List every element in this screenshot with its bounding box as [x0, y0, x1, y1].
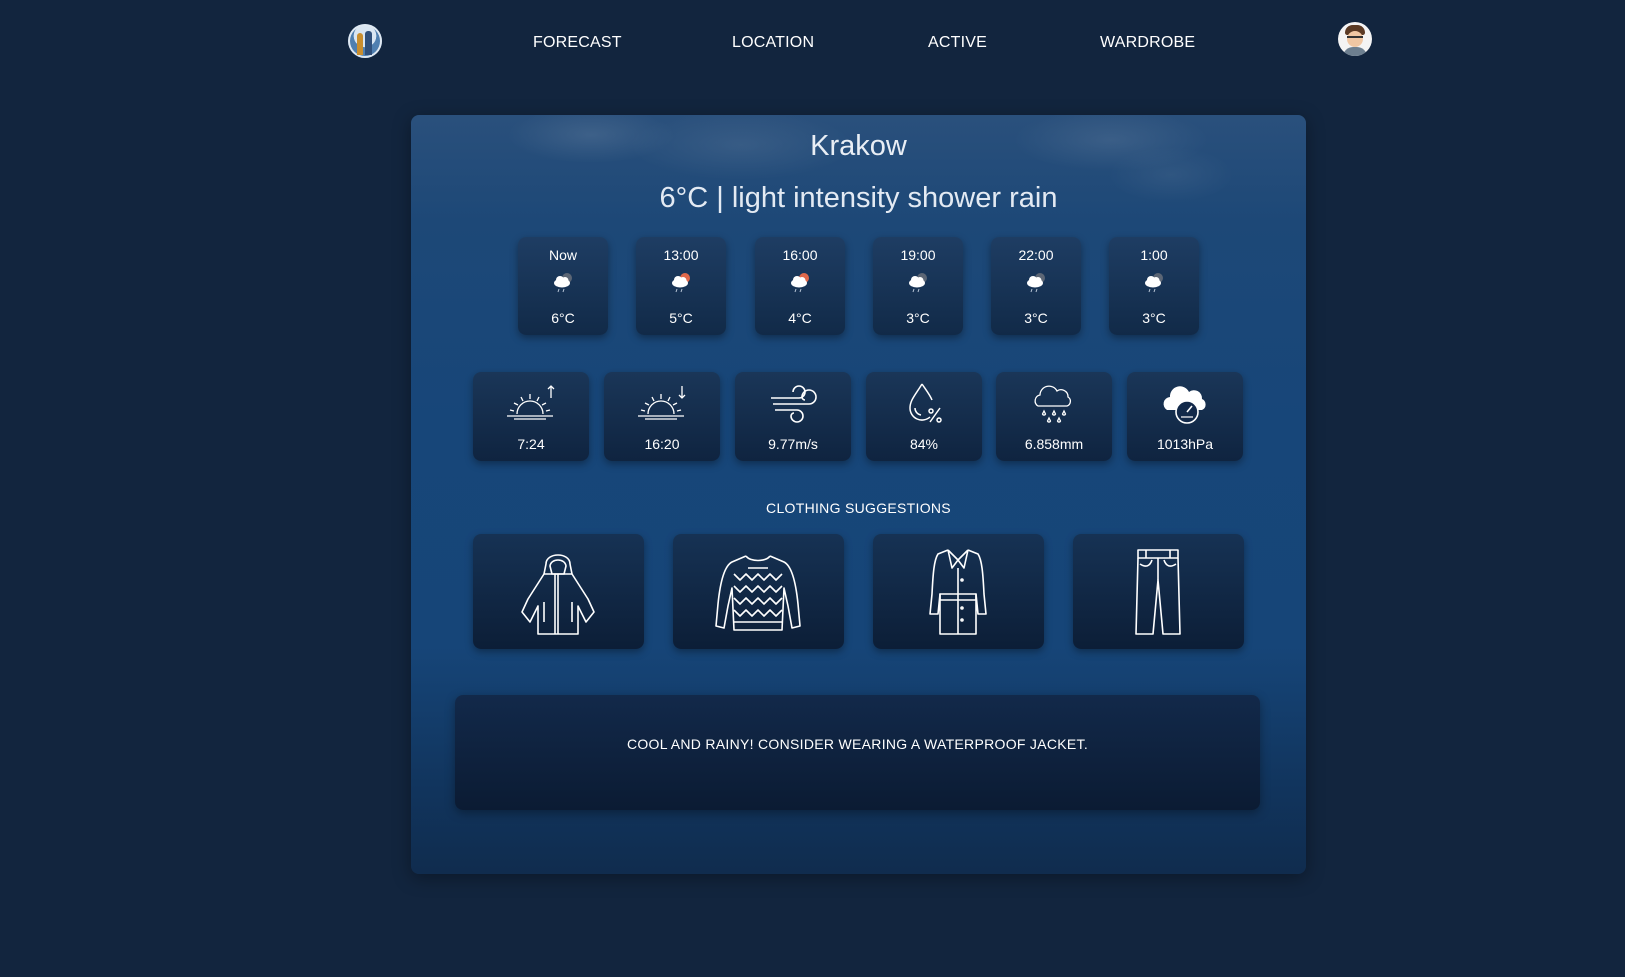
nav-link-location[interactable]: LOCATION	[732, 34, 814, 52]
logo-figure	[365, 31, 372, 55]
hourly-forecast-item: 22:00 3°C	[991, 237, 1081, 335]
user-avatar[interactable]	[1338, 22, 1372, 56]
cloud-rain-sun-icon	[672, 273, 690, 293]
cloud-rain-sun-icon	[791, 273, 809, 293]
hour-temperature: 4°C	[788, 310, 812, 326]
cloud-rain-night-icon	[1145, 273, 1163, 293]
clothing-item-sweater[interactable]	[673, 534, 844, 649]
hour-time: 16:00	[782, 247, 818, 263]
sunrise-icon	[507, 385, 555, 420]
precipitation-value: 6.858mm	[1024, 436, 1084, 452]
stat-humidity: 84%	[866, 372, 982, 461]
cloud-rain-night-icon	[909, 273, 927, 293]
top-navigation: FORECAST LOCATION ACTIVE WARDROBE	[0, 0, 1625, 88]
stat-wind: 9.77m/s	[735, 372, 851, 461]
clothing-item-coat[interactable]	[873, 534, 1044, 649]
sunrise-time: 7:24	[517, 436, 545, 452]
clothing-item-raincoat[interactable]	[473, 534, 644, 649]
advice-panel: COOL AND RAINY! CONSIDER WEARING A WATER…	[455, 695, 1260, 810]
hour-temperature: 3°C	[1024, 310, 1048, 326]
pressure-icon	[1163, 386, 1206, 424]
stat-sunset: 16:20	[604, 372, 720, 461]
clothing-suggestions-title: CLOTHING SUGGESTIONS	[766, 500, 951, 516]
hour-temperature: 6°C	[551, 310, 575, 326]
coat-icon	[929, 549, 987, 635]
wind-speed: 9.77m/s	[768, 436, 818, 452]
nav-link-forecast[interactable]: FORECAST	[533, 34, 622, 52]
wind-icon	[771, 385, 817, 423]
raincoat-icon	[521, 554, 595, 635]
pressure-value: 1013hPa	[1156, 436, 1214, 452]
hourly-forecast-item: 13:00 5°C	[636, 237, 726, 335]
hour-temperature: 3°C	[1142, 310, 1166, 326]
hourly-forecast-item: 16:00 4°C	[755, 237, 845, 335]
trousers-icon	[1135, 549, 1181, 635]
hour-temperature: 5°C	[669, 310, 693, 326]
precipitation-icon	[1034, 385, 1072, 423]
city-name: Krakow	[810, 130, 907, 162]
nav-link-wardrobe[interactable]: WARDROBE	[1100, 34, 1195, 52]
clothing-item-trousers[interactable]	[1073, 534, 1244, 649]
hourly-forecast-item: 19:00 3°C	[873, 237, 963, 335]
cloud-rain-night-icon	[554, 273, 572, 293]
sweater-icon	[715, 555, 801, 631]
hour-time: 19:00	[900, 247, 936, 263]
hourly-forecast-item: 1:00 3°C	[1109, 237, 1199, 335]
sunset-icon	[638, 386, 686, 420]
stat-precipitation: 6.858mm	[996, 372, 1112, 461]
weather-card: Krakow 6°C | light intensity shower rain…	[411, 115, 1306, 874]
hour-time: 1:00	[1140, 247, 1168, 263]
hour-time: 13:00	[663, 247, 699, 263]
hour-time: Now	[548, 247, 577, 263]
humidity-value: 84%	[909, 436, 939, 452]
hourly-forecast-item: Now 6°C	[518, 237, 608, 335]
advice-text: COOL AND RAINY! CONSIDER WEARING A WATER…	[626, 736, 1089, 752]
stat-sunrise: 7:24	[473, 372, 589, 461]
cloud-rain-night-icon	[1027, 273, 1045, 293]
humidity-icon	[909, 383, 942, 423]
hour-time: 22:00	[1018, 247, 1054, 263]
logo-figure	[357, 33, 363, 55]
logo[interactable]	[348, 24, 382, 58]
sunset-time: 16:20	[644, 436, 680, 452]
hour-temperature: 3°C	[906, 310, 930, 326]
current-conditions: 6°C | light intensity shower rain	[659, 182, 1058, 214]
stat-pressure: 1013hPa	[1127, 372, 1243, 461]
nav-link-active[interactable]: ACTIVE	[928, 34, 987, 52]
